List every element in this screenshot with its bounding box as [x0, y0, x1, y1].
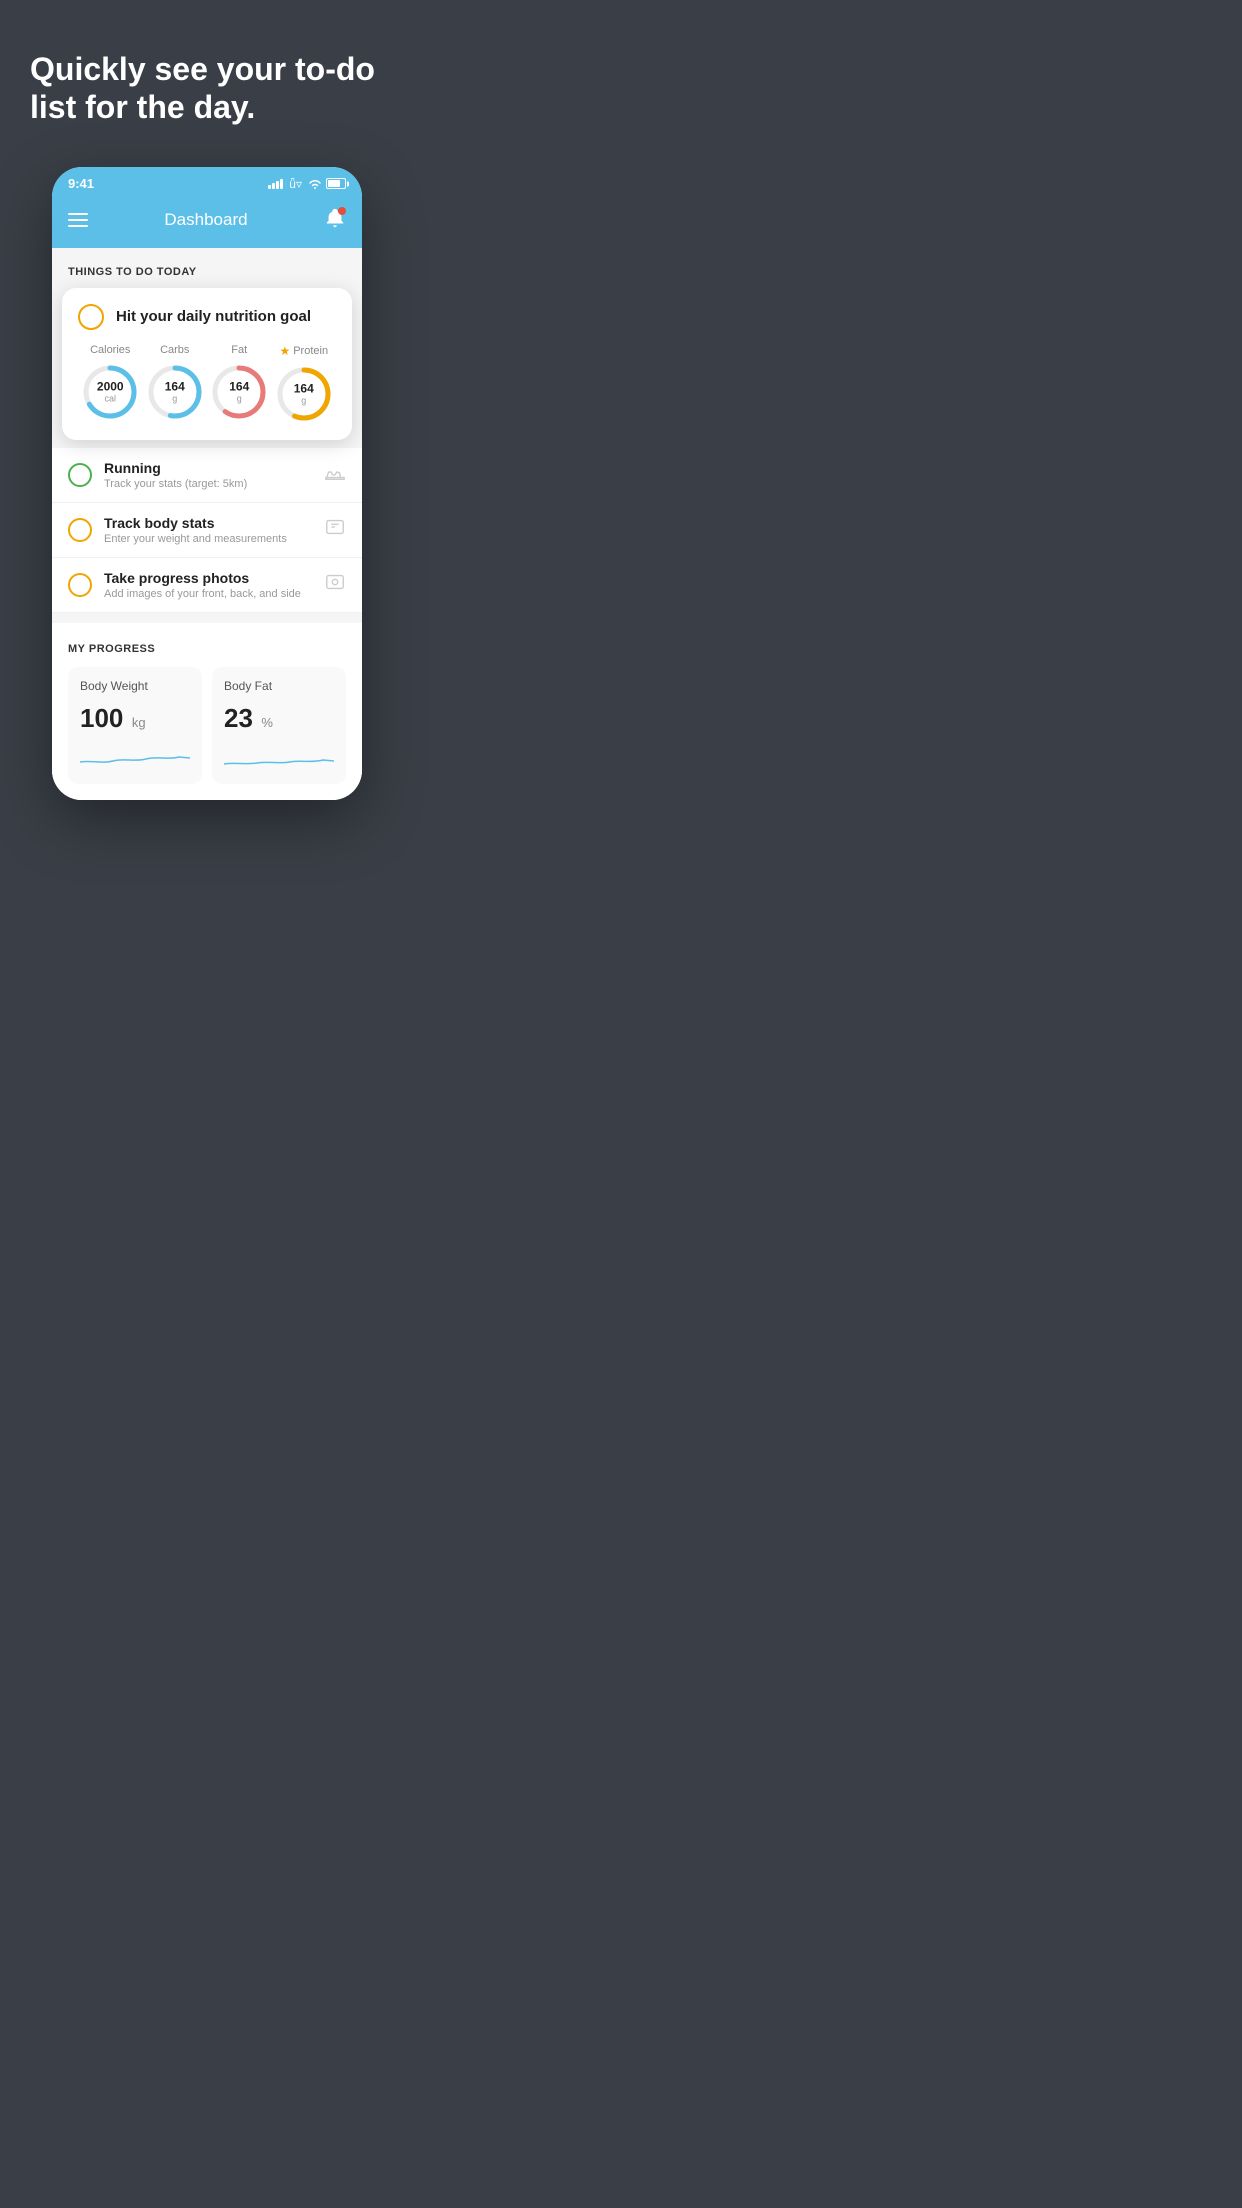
- notification-button[interactable]: [324, 207, 346, 234]
- shoe-icon: [324, 461, 346, 488]
- photos-text: Take progress photos Add images of your …: [104, 570, 312, 600]
- todo-item-running[interactable]: Running Track your stats (target: 5km): [52, 448, 362, 503]
- photos-subtitle: Add images of your front, back, and side: [104, 588, 312, 600]
- wifi-icon: [308, 178, 322, 190]
- carbs-circle: 164 g: [145, 362, 205, 422]
- body-fat-value-row: 23 %: [224, 703, 334, 734]
- body-stats-subtitle: Enter your weight and measurements: [104, 533, 312, 545]
- body-weight-card[interactable]: Body Weight 100 kg: [68, 667, 202, 784]
- body-fat-unit: %: [261, 715, 273, 730]
- todo-list: Running Track your stats (target: 5km): [52, 448, 362, 613]
- progress-section: MY PROGRESS Body Weight 100 kg: [52, 623, 362, 800]
- nutrition-circles: Calories 2000 cal: [78, 344, 336, 424]
- carbs-value: 164: [165, 380, 185, 393]
- protein-label: ★ Protein: [279, 344, 328, 358]
- hamburger-menu-icon[interactable]: [68, 213, 88, 227]
- photos-check-circle: [68, 573, 92, 597]
- body-fat-value: 23: [224, 703, 253, 733]
- fat-value: 164: [229, 380, 249, 393]
- signal-icon: [268, 179, 283, 189]
- running-title: Running: [104, 460, 312, 476]
- body-stats-text: Track body stats Enter your weight and m…: [104, 515, 312, 545]
- nutrition-card: Hit your daily nutrition goal Calories: [62, 288, 352, 440]
- calories-item: Calories 2000 cal: [80, 344, 140, 422]
- protein-circle: 164 g: [274, 364, 334, 424]
- bottom-spacer: [30, 800, 384, 840]
- phone-mockup: 9:41 ǖ▿: [52, 167, 362, 800]
- background-page: Quickly see your to-do list for the day.…: [0, 0, 414, 840]
- star-icon: ★: [279, 344, 290, 358]
- todo-item-progress-photos[interactable]: Take progress photos Add images of your …: [52, 558, 362, 613]
- protein-item: ★ Protein 164 g: [274, 344, 334, 424]
- calories-circle: 2000 cal: [80, 362, 140, 422]
- nutrition-check-circle: [78, 304, 104, 330]
- carbs-label: Carbs: [160, 344, 189, 356]
- running-subtitle: Track your stats (target: 5km): [104, 478, 312, 490]
- battery-icon: [326, 178, 346, 189]
- calories-label: Calories: [90, 344, 130, 356]
- scale-icon: [324, 516, 346, 543]
- carbs-unit: g: [165, 393, 185, 403]
- status-time: 9:41: [68, 176, 94, 191]
- body-fat-title: Body Fat: [224, 679, 334, 693]
- status-icons: ǖ▿: [268, 177, 346, 191]
- running-check-circle: [68, 463, 92, 487]
- things-to-do-label: THINGS TO DO TODAY: [68, 266, 197, 278]
- carbs-item: Carbs 164 g: [145, 344, 205, 422]
- body-weight-value: 100: [80, 703, 123, 733]
- wifi-icon: ǖ▿: [289, 177, 302, 191]
- app-header: Dashboard: [52, 197, 362, 248]
- progress-cards: Body Weight 100 kg: [68, 667, 346, 784]
- app-content: THINGS TO DO TODAY Hit your daily nutrit…: [52, 248, 362, 800]
- status-bar: 9:41 ǖ▿: [52, 167, 362, 197]
- notification-dot: [338, 207, 346, 215]
- body-stats-title: Track body stats: [104, 515, 312, 531]
- photo-icon: [324, 571, 346, 598]
- progress-section-label: MY PROGRESS: [68, 643, 346, 655]
- running-text: Running Track your stats (target: 5km): [104, 460, 312, 490]
- body-stats-check-circle: [68, 518, 92, 542]
- things-to-do-section: THINGS TO DO TODAY: [52, 248, 362, 288]
- hero-text: Quickly see your to-do list for the day.: [30, 50, 384, 127]
- body-weight-title: Body Weight: [80, 679, 190, 693]
- fat-label: Fat: [231, 344, 247, 356]
- photos-title: Take progress photos: [104, 570, 312, 586]
- calories-unit: cal: [97, 393, 124, 403]
- calories-value: 2000: [97, 380, 124, 393]
- body-fat-card[interactable]: Body Fat 23 %: [212, 667, 346, 784]
- card-title-row: Hit your daily nutrition goal: [78, 304, 336, 330]
- todo-item-body-stats[interactable]: Track body stats Enter your weight and m…: [52, 503, 362, 558]
- body-weight-chart: [80, 742, 190, 772]
- nutrition-card-title: Hit your daily nutrition goal: [116, 308, 311, 325]
- protein-value: 164: [294, 382, 314, 395]
- protein-unit: g: [294, 395, 314, 405]
- header-title: Dashboard: [164, 210, 247, 230]
- body-weight-value-row: 100 kg: [80, 703, 190, 734]
- fat-circle: 164 g: [209, 362, 269, 422]
- fat-unit: g: [229, 393, 249, 403]
- body-weight-unit: kg: [132, 715, 146, 730]
- body-fat-chart: [224, 742, 334, 772]
- fat-item: Fat 164 g: [209, 344, 269, 422]
